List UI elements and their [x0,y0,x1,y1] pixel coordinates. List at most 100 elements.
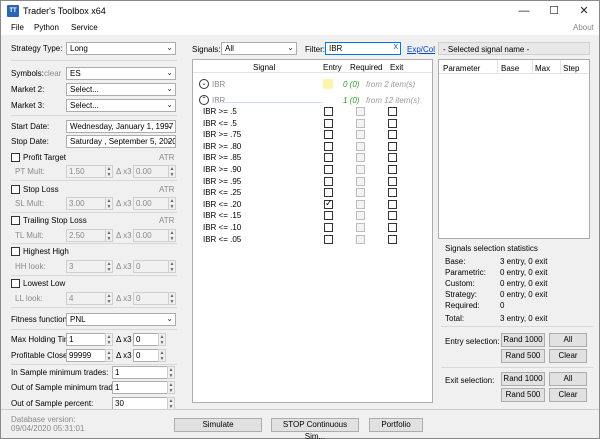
stop-date-picker[interactable]: Saturday , September 5, 2020 ⌄ [66,135,176,148]
required-checkbox[interactable] [356,165,365,174]
spin-arrows-icon[interactable]: ▲ ▼ [167,366,175,379]
required-checkbox[interactable] [356,153,365,163]
sl-delta-input[interactable]: 0.00 [133,197,169,210]
signals-select[interactable]: All ⌄ [221,42,297,55]
ll-delta-input[interactable]: 0 [133,292,169,305]
simulate-button[interactable]: Simulate [174,418,262,432]
exit-all-button[interactable]: All [549,372,587,386]
menu-about[interactable]: About [573,23,594,32]
entry-checkbox[interactable] [324,198,333,209]
lowest-low-checkbox[interactable] [11,279,20,288]
required-checkbox[interactable] [356,130,365,140]
exit-rand1000-button[interactable]: Rand 1000 [501,372,545,386]
collapse-icon[interactable]: ⌃ [199,95,209,105]
entry-clear-button[interactable]: Clear [549,349,587,363]
entry-rand500-button[interactable]: Rand 500 [501,349,545,363]
spin-arrows-icon[interactable]: ▲ ▼ [105,165,113,178]
exit-checkbox[interactable] [388,199,397,209]
exit-checkbox[interactable] [388,223,397,232]
entry-checkbox[interactable] [324,118,333,128]
spin-arrows-icon[interactable]: ▲ ▼ [168,260,176,273]
spin-arrows-icon[interactable]: ▲ ▼ [105,197,113,210]
expand-icon[interactable]: ⌄ [199,79,209,89]
exit-rand500-button[interactable]: Rand 500 [501,388,545,402]
entry-checkbox[interactable] [324,130,333,140]
minimize-button[interactable]: — [509,1,539,21]
entry-checkbox[interactable] [324,234,333,244]
exit-checkbox[interactable] [388,118,397,128]
out-sample-input[interactable]: 1 [112,381,168,394]
market2-select[interactable]: Select... ⌄ [66,83,176,96]
spin-arrows-icon[interactable]: ▲ ▼ [158,333,166,346]
trailing-stop-checkbox[interactable] [11,216,20,225]
profit-target-checkbox[interactable] [11,153,20,162]
required-checkbox[interactable] [356,199,365,209]
entry-checkbox[interactable] [324,188,333,198]
required-checkbox[interactable] [356,141,365,151]
spin-arrows-icon[interactable]: ▲ ▼ [105,260,113,273]
spin-arrows-icon[interactable]: ▲ ▼ [168,165,176,178]
highest-high-checkbox[interactable] [11,247,20,256]
entry-checkbox[interactable] [324,176,333,186]
required-checkbox[interactable] [356,223,365,232]
entry-checkbox[interactable] [324,141,333,151]
exit-checkbox[interactable] [388,141,397,151]
menu-python[interactable]: Python [34,23,59,32]
exit-checkbox[interactable] [388,234,397,244]
required-checkbox[interactable] [356,234,365,244]
spin-arrows-icon[interactable]: ▲ ▼ [105,333,113,346]
stop-continuous-sim-button[interactable]: STOP Continuous Sim... [271,418,359,439]
exit-clear-button[interactable]: Clear [549,388,587,402]
entry-checkbox[interactable] [324,153,333,163]
maximize-button[interactable]: ☐ [539,1,569,21]
entry-checkbox[interactable] [324,211,333,221]
portfolio-button[interactable]: Portfolio [369,418,423,432]
entry-checkbox[interactable] [324,107,333,116]
spin-arrows-icon[interactable]: ▲ ▼ [105,229,113,242]
close-button[interactable]: ✕ [569,1,599,21]
expand-collapse-link[interactable]: Exp/Col [407,45,435,54]
spin-arrows-icon[interactable]: ▲ ▼ [158,349,166,362]
entry-checkbox[interactable] [324,165,333,174]
spin-arrows-icon[interactable]: ▲ ▼ [167,381,175,394]
max-hold-delta-input[interactable]: 0 [133,333,159,346]
pt-mult-input[interactable]: 1.50 [66,165,106,178]
required-checkbox[interactable] [356,118,365,128]
prof-closes-input[interactable]: 99999 [66,349,106,362]
exit-checkbox[interactable] [388,165,397,174]
spin-arrows-icon[interactable]: ▲ ▼ [168,229,176,242]
pt-delta-input[interactable]: 0.00 [133,165,169,178]
menu-service[interactable]: Service [71,23,98,32]
tl-mult-input[interactable]: 2.50 [66,229,106,242]
required-checkbox[interactable] [356,188,365,198]
stop-loss-checkbox[interactable] [11,185,20,194]
exit-checkbox[interactable] [388,153,397,163]
max-hold-input[interactable]: 1 [66,333,106,346]
exit-checkbox[interactable] [388,130,397,140]
exit-checkbox[interactable] [388,211,397,221]
spin-arrows-icon[interactable]: ▲ ▼ [168,292,176,305]
required-checkbox[interactable] [356,211,365,221]
exit-checkbox[interactable] [388,188,397,198]
ll-look-input[interactable]: 4 [66,292,106,305]
required-checkbox[interactable] [356,107,365,116]
tl-delta-input[interactable]: 0.00 [133,229,169,242]
symbol-select[interactable]: ES ⌄ [66,67,176,80]
exit-checkbox[interactable] [388,176,397,186]
required-checkbox[interactable] [356,176,365,186]
spin-arrows-icon[interactable]: ▲ ▼ [105,292,113,305]
clear-filter-icon[interactable]: X [393,44,398,51]
symbols-clear-link[interactable]: clear [44,69,61,78]
entry-checkbox[interactable] [324,223,333,232]
start-date-picker[interactable]: Wednesday, January 1, 1997 ⌄ [66,120,176,133]
in-sample-input[interactable]: 1 [112,366,168,379]
filter-input[interactable]: IBR X [325,42,401,55]
exit-checkbox[interactable] [388,107,397,116]
entry-all-button[interactable]: All [549,333,587,347]
market3-select[interactable]: Select... ⌄ [66,99,176,112]
fitness-select[interactable]: PNL ⌄ [66,313,176,326]
hh-look-input[interactable]: 3 [66,260,106,273]
sl-mult-input[interactable]: 3.00 [66,197,106,210]
spin-arrows-icon[interactable]: ▲ ▼ [105,349,113,362]
menu-file[interactable]: File [11,23,24,32]
